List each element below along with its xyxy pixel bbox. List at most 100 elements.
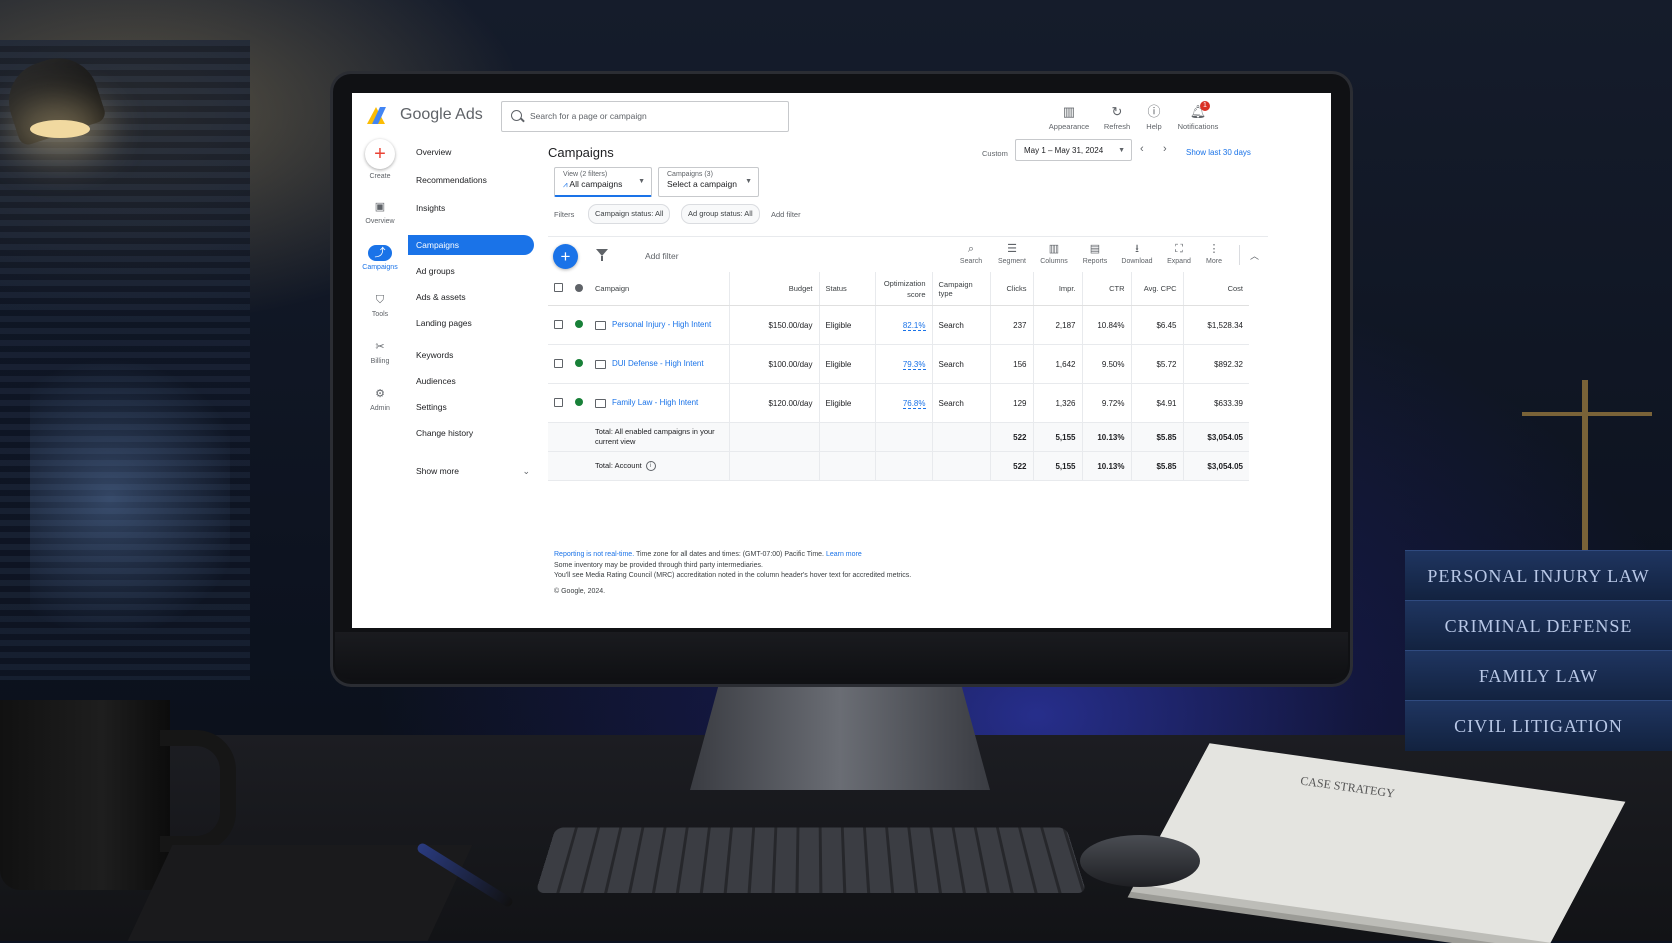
tools-icon: ⛉ [375,294,385,306]
status-dot [569,305,589,345]
optimization-score[interactable]: 76.8% [902,398,926,409]
add-filter-button[interactable]: Add filter [645,251,679,261]
col-avg-cpc[interactable]: Avg. CPC [1130,272,1183,306]
select-all-checkbox[interactable] [548,272,569,306]
col-budget[interactable]: Budget [728,272,819,306]
nav-audiences[interactable]: Audiences [408,371,534,391]
col-impr[interactable]: Impr. [1032,272,1082,306]
total-ctr: 10.13% [1081,451,1131,481]
nav-keywords[interactable]: Keywords [408,345,534,365]
cost-cell: $892.32 [1182,344,1249,384]
row-checkbox[interactable] [548,344,569,384]
optimization-cell[interactable]: 82.1% [874,305,932,345]
nav-campaigns[interactable]: Campaigns [408,235,534,255]
google-ads-logo-icon[interactable] [367,107,385,124]
nav-overview[interactable]: Overview [408,142,534,162]
col-optimization-score[interactable]: Optimization score [874,272,932,306]
rail-tools[interactable]: ⛉ Tools [352,292,408,318]
rail-campaigns[interactable]: ⤴ Campaigns [352,245,408,271]
nav-change-history[interactable]: Change history [408,423,534,443]
optimization-score[interactable]: 79.3% [902,359,926,370]
info-icon[interactable]: i [645,461,656,471]
chevron-up-icon[interactable]: ︿ [1250,249,1259,262]
nav-show-more[interactable]: Show more ⌄ [408,461,534,481]
segment-tool[interactable]: ☰ Segment [990,243,1034,265]
mug-handle [160,730,236,852]
monitor-chin [335,632,1348,680]
col-status[interactable]: Status [818,272,875,306]
campaign-link[interactable]: Personal Injury - High Intent [612,320,711,329]
chevron-down-icon: ⌄ [522,466,530,476]
rail-create[interactable]: + Create [352,139,408,180]
nav-recommendations[interactable]: Recommendations [408,170,534,190]
nav-ad-groups[interactable]: Ad groups [408,261,534,281]
empty-cell [728,422,819,452]
rail-billing[interactable]: ✂ Billing [352,339,408,365]
reports-tool[interactable]: ▤ Reports [1073,243,1117,265]
total-row-account: Total: Account i 522 5,155 10.13% $5.85 $… [548,451,1249,481]
search-input[interactable]: Search for a page or campaign [501,101,789,132]
campaign-link[interactable]: DUI Defense - High Intent [612,359,704,368]
row-checkbox[interactable] [548,383,569,423]
nav-landing-pages[interactable]: Landing pages [408,313,534,333]
campaign-selector[interactable]: Campaigns (3) Select a campaign ▼ [658,167,759,197]
col-cost[interactable]: Cost [1182,272,1249,306]
plus-icon: + [365,139,395,169]
ctr-cell: 9.50% [1081,344,1131,384]
col-campaign[interactable]: Campaign [589,272,729,306]
learn-more-link[interactable]: Learn more [826,551,862,558]
filter-chip-campaign-status[interactable]: Campaign status: All [588,204,671,224]
budget-cell[interactable]: $120.00/day [728,383,819,423]
ads-logo-icon: ⩘ [563,180,568,189]
col-ctr[interactable]: CTR [1081,272,1131,306]
search-placeholder: Search for a page or campaign [530,111,647,121]
more-tool[interactable]: ⋮ More [1192,243,1236,265]
download-tool[interactable]: ⭳ Download [1115,243,1159,265]
overview-icon: ▣ [374,201,386,213]
mouse [1080,835,1200,887]
search-icon: ⌕ [967,243,975,255]
view-selector[interactable]: View (2 filters) ⩘ All campaigns ▼ [554,167,652,197]
show-last-30-days-link[interactable]: Show last 30 days [1186,148,1251,157]
book-spine: CRIMINAL DEFENSE [1405,600,1672,651]
rail-overview[interactable]: ▣ Overview [352,199,408,225]
chevron-right-icon[interactable]: › [1163,143,1167,155]
rail-admin[interactable]: ⚙ Admin [352,386,408,412]
row-checkbox[interactable] [548,305,569,345]
col-clicks[interactable]: Clicks [989,272,1033,306]
optimization-cell[interactable]: 76.8% [874,383,932,423]
avg-cpc-cell: $6.45 [1130,305,1183,345]
add-campaign-button[interactable]: + [553,244,578,269]
empty-cell [728,451,819,481]
view-selector-key: View (2 filters) [563,171,608,178]
budget-cell[interactable]: $150.00/day [728,305,819,345]
nav-settings[interactable]: Settings [408,397,534,417]
budget-cell[interactable]: $100.00/day [728,344,819,384]
optimization-score[interactable]: 82.1% [902,320,926,331]
empty-cell [931,451,990,481]
nav-insights[interactable]: Insights [408,198,534,218]
add-filter-link[interactable]: Add filter [771,210,801,219]
impr-cell: 1,326 [1032,383,1082,423]
columns-tool[interactable]: ▥ Columns [1032,243,1076,265]
total-label: Total: Account [595,460,642,470]
campaign-link[interactable]: Family Law - High Intent [612,398,698,407]
filter-icon[interactable] [596,249,608,261]
rail-label: Tools [371,311,389,318]
search-campaign-icon [595,320,606,330]
chevron-left-icon[interactable]: ‹ [1140,143,1144,155]
col-campaign-type[interactable]: Campaign type [931,272,990,306]
search-tool[interactable]: ⌕ Search [949,243,993,265]
nav-ads-assets[interactable]: Ads & assets [408,287,534,307]
filter-chip-ad-group-status[interactable]: Ad group status: All [681,204,760,224]
toolbar-divider [1239,245,1240,265]
scale-beam [1522,412,1652,416]
total-account-cell: Total: Account i [589,451,729,481]
notifications-button[interactable]: 🔔︎ 1 Notifications [1170,101,1226,131]
reporting-link[interactable]: Reporting is not real-time. [554,551,634,558]
notification-badge: 1 [1200,101,1210,111]
type-cell: Search [931,383,990,423]
date-range-picker[interactable]: May 1 – May 31, 2024 ▼ [1015,139,1132,161]
type-cell: Search [931,344,990,384]
optimization-cell[interactable]: 79.3% [874,344,932,384]
